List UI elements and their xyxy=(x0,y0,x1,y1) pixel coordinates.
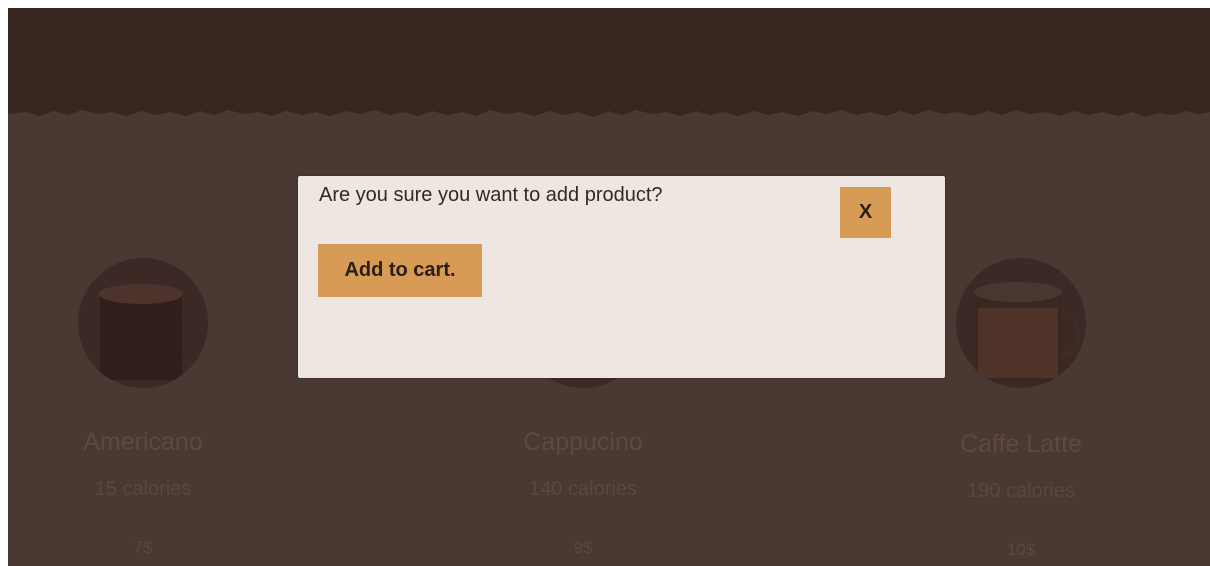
product-name: Americano xyxy=(83,428,203,456)
coffee-mug-icon xyxy=(78,258,208,388)
product-price: 10$ xyxy=(1006,540,1036,559)
product-calories: 140 calories xyxy=(529,478,637,500)
dialog-message: Are you sure you want to add product? xyxy=(319,184,663,206)
product-price: 9$ xyxy=(573,538,593,557)
product-name: Caffe Latte xyxy=(960,430,1082,458)
confirm-dialog: Are you sure you want to add product? X … xyxy=(298,176,945,378)
header-banner xyxy=(8,8,1210,117)
product-name: Cappucino xyxy=(523,428,643,456)
product-calories: 190 calories xyxy=(967,480,1075,502)
close-button[interactable]: X xyxy=(840,187,891,238)
add-to-cart-button[interactable]: Add to cart. xyxy=(318,244,482,297)
product-price: 7$ xyxy=(133,538,153,557)
product-calories: 15 calories xyxy=(94,478,192,500)
coffee-mug-icon xyxy=(956,258,1086,388)
page-background: Americano 15 calories 7$ Cappucino 140 c… xyxy=(8,8,1210,566)
